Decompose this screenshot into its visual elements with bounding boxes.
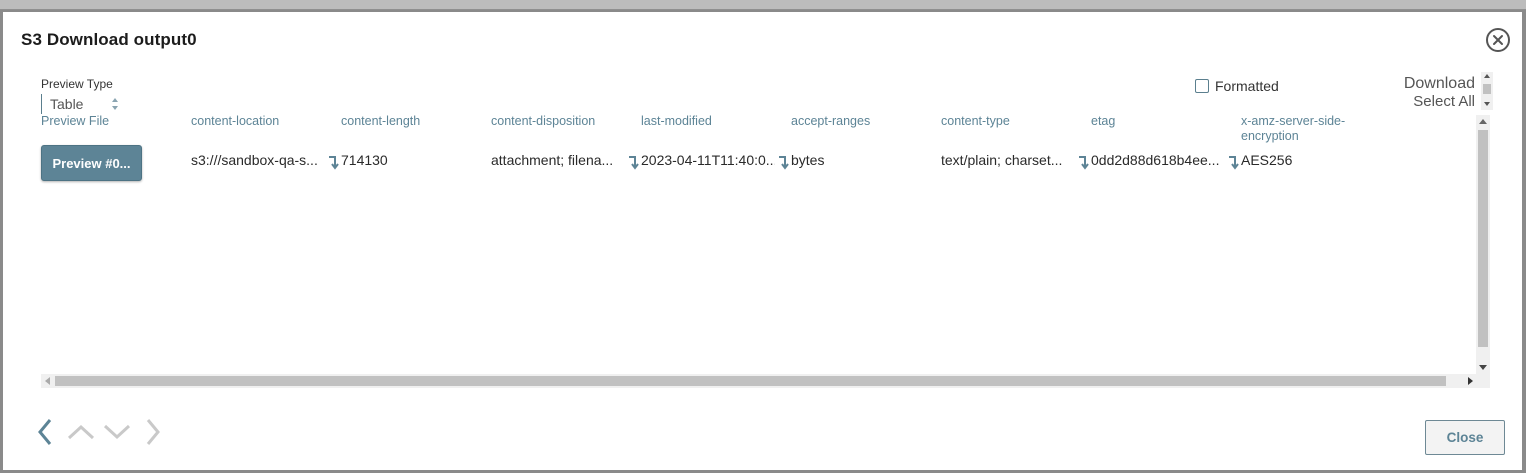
column-header: content-location bbox=[191, 114, 280, 128]
preview-table: Preview File content-location content-le… bbox=[41, 112, 1491, 387]
expand-arrow-icon[interactable] bbox=[1077, 154, 1091, 170]
scroll-right-icon[interactable] bbox=[1468, 377, 1473, 385]
table-cell: attachment; filena... bbox=[491, 152, 614, 168]
column-header: last-modified bbox=[641, 114, 712, 128]
table-cell: text/plain; charset... bbox=[941, 152, 1063, 168]
column-header: etag bbox=[1091, 114, 1116, 128]
s3-download-dialog: S3 Download output0 Preview Type Table F… bbox=[3, 12, 1522, 470]
chevron-down-icon[interactable] bbox=[101, 417, 133, 447]
download-scrollbar[interactable] bbox=[1481, 72, 1493, 110]
table-cell: AES256 bbox=[1241, 152, 1293, 168]
column-header: x-amz-server-side-encryption bbox=[1241, 114, 1346, 143]
horizontal-scroll-thumb[interactable] bbox=[55, 376, 1446, 386]
table-cell: 2023-04-11T11:40:0... bbox=[641, 152, 775, 168]
select-all-link[interactable]: Select All bbox=[1383, 94, 1475, 110]
table-cell: bytes bbox=[791, 152, 825, 168]
expand-arrow-icon[interactable] bbox=[777, 154, 791, 170]
download-label: Download bbox=[1403, 75, 1475, 92]
column-header: content-type bbox=[941, 114, 1010, 128]
preview-type-select[interactable]: Table bbox=[41, 94, 121, 114]
column-header: accept-ranges bbox=[791, 114, 871, 128]
window-top-strip bbox=[0, 0, 1526, 10]
table-cell: 714130 bbox=[341, 152, 388, 168]
chevron-right-icon[interactable] bbox=[137, 417, 169, 447]
chevron-up-icon[interactable] bbox=[65, 417, 97, 447]
expand-arrow-icon[interactable] bbox=[627, 154, 641, 170]
scroll-down-icon[interactable] bbox=[1479, 365, 1487, 370]
preview-type-value: Table bbox=[50, 96, 84, 112]
formatted-toggle[interactable]: Formatted bbox=[1195, 78, 1279, 94]
formatted-label: Formatted bbox=[1215, 78, 1279, 94]
column-header: content-length bbox=[341, 114, 421, 128]
table-cell: s3:///sandbox-qa-s... bbox=[191, 152, 318, 168]
table-cell: 0dd2d88d618b4ee... bbox=[1091, 152, 1220, 168]
chevron-left-icon[interactable] bbox=[29, 417, 61, 447]
horizontal-scrollbar[interactable] bbox=[41, 374, 1490, 388]
preview-file-button[interactable]: Preview #0... bbox=[41, 145, 142, 181]
preview-type-label: Preview Type bbox=[41, 77, 113, 91]
expand-arrow-icon[interactable] bbox=[1227, 154, 1241, 170]
scroll-up-icon[interactable] bbox=[1479, 119, 1487, 124]
close-circle-icon[interactable] bbox=[1486, 28, 1510, 52]
vertical-scroll-thumb[interactable] bbox=[1478, 130, 1488, 347]
select-arrows-icon bbox=[112, 98, 118, 110]
column-header: content-disposition bbox=[491, 114, 596, 128]
download-column: Download Select All bbox=[1383, 74, 1475, 110]
scroll-left-icon[interactable] bbox=[45, 377, 50, 385]
dialog-title: S3 Download output0 bbox=[21, 30, 197, 49]
row-navigation bbox=[29, 417, 169, 447]
formatted-checkbox[interactable] bbox=[1195, 79, 1209, 93]
column-header: Preview File bbox=[41, 114, 110, 128]
expand-arrow-icon[interactable] bbox=[327, 154, 341, 170]
vertical-scrollbar[interactable] bbox=[1476, 115, 1490, 377]
close-button[interactable]: Close bbox=[1425, 420, 1505, 455]
